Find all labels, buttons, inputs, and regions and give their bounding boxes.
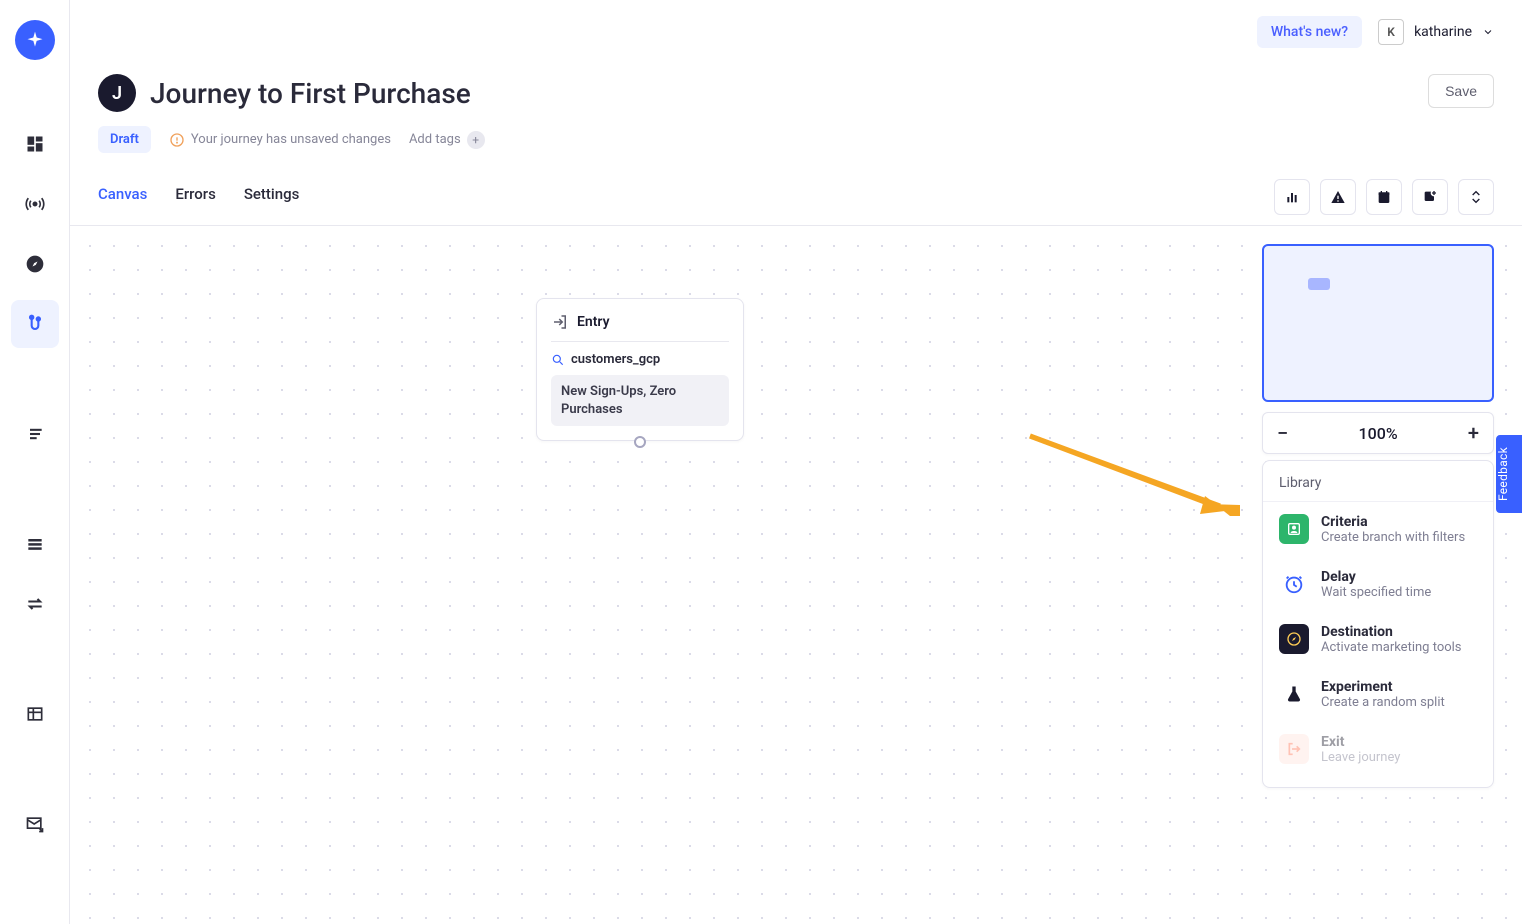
library-panel: Library Criteria Create branch with filt… xyxy=(1262,460,1494,788)
lib-item-desc: Create branch with filters xyxy=(1321,530,1465,545)
table-icon xyxy=(25,704,45,724)
status-badge: Draft xyxy=(98,126,151,153)
nav-messages[interactable] xyxy=(11,800,59,848)
mail-send-icon xyxy=(25,814,45,834)
user-avatar: K xyxy=(1378,19,1404,45)
list-icon xyxy=(25,424,45,444)
exit-icon xyxy=(1279,734,1309,764)
library-item-delay[interactable]: Delay Wait specified time xyxy=(1263,557,1493,612)
node-source-label: customers_gcp xyxy=(571,352,660,367)
tool-schedule[interactable] xyxy=(1366,179,1402,215)
zoom-out-button[interactable]: − xyxy=(1277,421,1288,445)
minimap-node xyxy=(1308,278,1330,290)
collapse-icon xyxy=(1468,189,1484,205)
save-button[interactable]: Save xyxy=(1428,74,1494,108)
warning-text: Your journey has unsaved changes xyxy=(191,132,391,147)
lib-item-name: Destination xyxy=(1321,624,1462,640)
canvas[interactable]: Entry customers_gcp New Sign-Ups, Zero P… xyxy=(70,226,1522,924)
zoom-value: 100% xyxy=(1359,424,1398,443)
search-icon xyxy=(551,353,565,367)
nav-explore[interactable] xyxy=(11,240,59,288)
compass-icon xyxy=(25,254,45,274)
library-item-destination[interactable]: Destination Activate marketing tools xyxy=(1263,612,1493,667)
lib-item-desc: Wait specified time xyxy=(1321,585,1431,600)
swap-icon xyxy=(25,594,45,614)
sidebar xyxy=(0,0,70,924)
criteria-icon xyxy=(1279,514,1309,544)
lib-item-name: Experiment xyxy=(1321,679,1445,695)
tab-errors[interactable]: Errors xyxy=(175,185,215,219)
lib-item-name: Criteria xyxy=(1321,514,1465,530)
tool-collapse[interactable] xyxy=(1458,179,1494,215)
alert-circle-icon xyxy=(169,132,185,148)
dashboard-icon xyxy=(25,134,45,154)
library-item-experiment[interactable]: Experiment Create a random split xyxy=(1263,667,1493,722)
plus-icon: + xyxy=(467,131,485,149)
whats-new-button[interactable]: What's new? xyxy=(1257,16,1362,48)
node-title: Entry xyxy=(577,314,610,330)
nav-tables[interactable] xyxy=(11,520,59,568)
add-tags-button[interactable]: Add tags + xyxy=(409,131,485,149)
bar-chart-icon xyxy=(1284,189,1300,205)
chevron-down-icon xyxy=(1482,26,1494,38)
minimap[interactable] xyxy=(1262,244,1494,402)
logo[interactable] xyxy=(15,20,55,60)
node-segment: New Sign-Ups, Zero Purchases xyxy=(551,375,729,426)
add-tags-label: Add tags xyxy=(409,132,461,147)
sparkle-icon xyxy=(25,30,45,50)
library-item-criteria[interactable]: Criteria Create branch with filters xyxy=(1263,502,1493,557)
journey-title-icon: J xyxy=(98,74,136,112)
nav-datasets[interactable] xyxy=(11,690,59,738)
journey-icon xyxy=(25,314,45,334)
zoom-in-button[interactable]: + xyxy=(1468,421,1479,445)
entry-node[interactable]: Entry customers_gcp New Sign-Ups, Zero P… xyxy=(536,298,744,441)
lib-item-name: Delay xyxy=(1321,569,1431,585)
annotation-arrow xyxy=(1020,426,1240,516)
user-menu[interactable]: K katharine xyxy=(1378,19,1494,45)
library-title: Library xyxy=(1263,461,1493,502)
entry-icon xyxy=(551,313,569,331)
broadcast-icon xyxy=(25,194,45,214)
warning-icon xyxy=(1330,189,1346,205)
nav-sync[interactable] xyxy=(11,580,59,628)
user-name-label: katharine xyxy=(1414,24,1472,40)
export-icon xyxy=(1422,189,1438,205)
library-item-exit: Exit Leave journey xyxy=(1263,722,1493,777)
unsaved-changes-warning: Your journey has unsaved changes xyxy=(169,132,391,148)
lib-item-desc: Activate marketing tools xyxy=(1321,640,1462,655)
lib-item-desc: Create a random split xyxy=(1321,695,1445,710)
destination-icon xyxy=(1279,624,1309,654)
feedback-button[interactable]: Feedback xyxy=(1496,435,1522,513)
nav-live[interactable] xyxy=(11,180,59,228)
nav-dashboard[interactable] xyxy=(11,120,59,168)
main-content: What's new? K katharine J Journey to Fir… xyxy=(70,0,1522,924)
tab-canvas[interactable]: Canvas xyxy=(98,185,147,219)
delay-icon xyxy=(1279,569,1309,599)
page-title: Journey to First Purchase xyxy=(150,77,471,110)
node-connector[interactable] xyxy=(634,436,646,448)
tab-settings[interactable]: Settings xyxy=(244,185,300,219)
calendar-icon xyxy=(1376,189,1392,205)
tool-export[interactable] xyxy=(1412,179,1448,215)
rows-icon xyxy=(25,534,45,554)
lib-item-name: Exit xyxy=(1321,734,1400,750)
zoom-panel: − 100% + xyxy=(1262,412,1494,454)
tool-metrics[interactable] xyxy=(1274,179,1310,215)
tool-warnings[interactable] xyxy=(1320,179,1356,215)
lib-item-desc: Leave journey xyxy=(1321,750,1400,765)
experiment-icon xyxy=(1279,679,1309,709)
nav-journeys[interactable] xyxy=(11,300,59,348)
nav-segments[interactable] xyxy=(11,410,59,458)
